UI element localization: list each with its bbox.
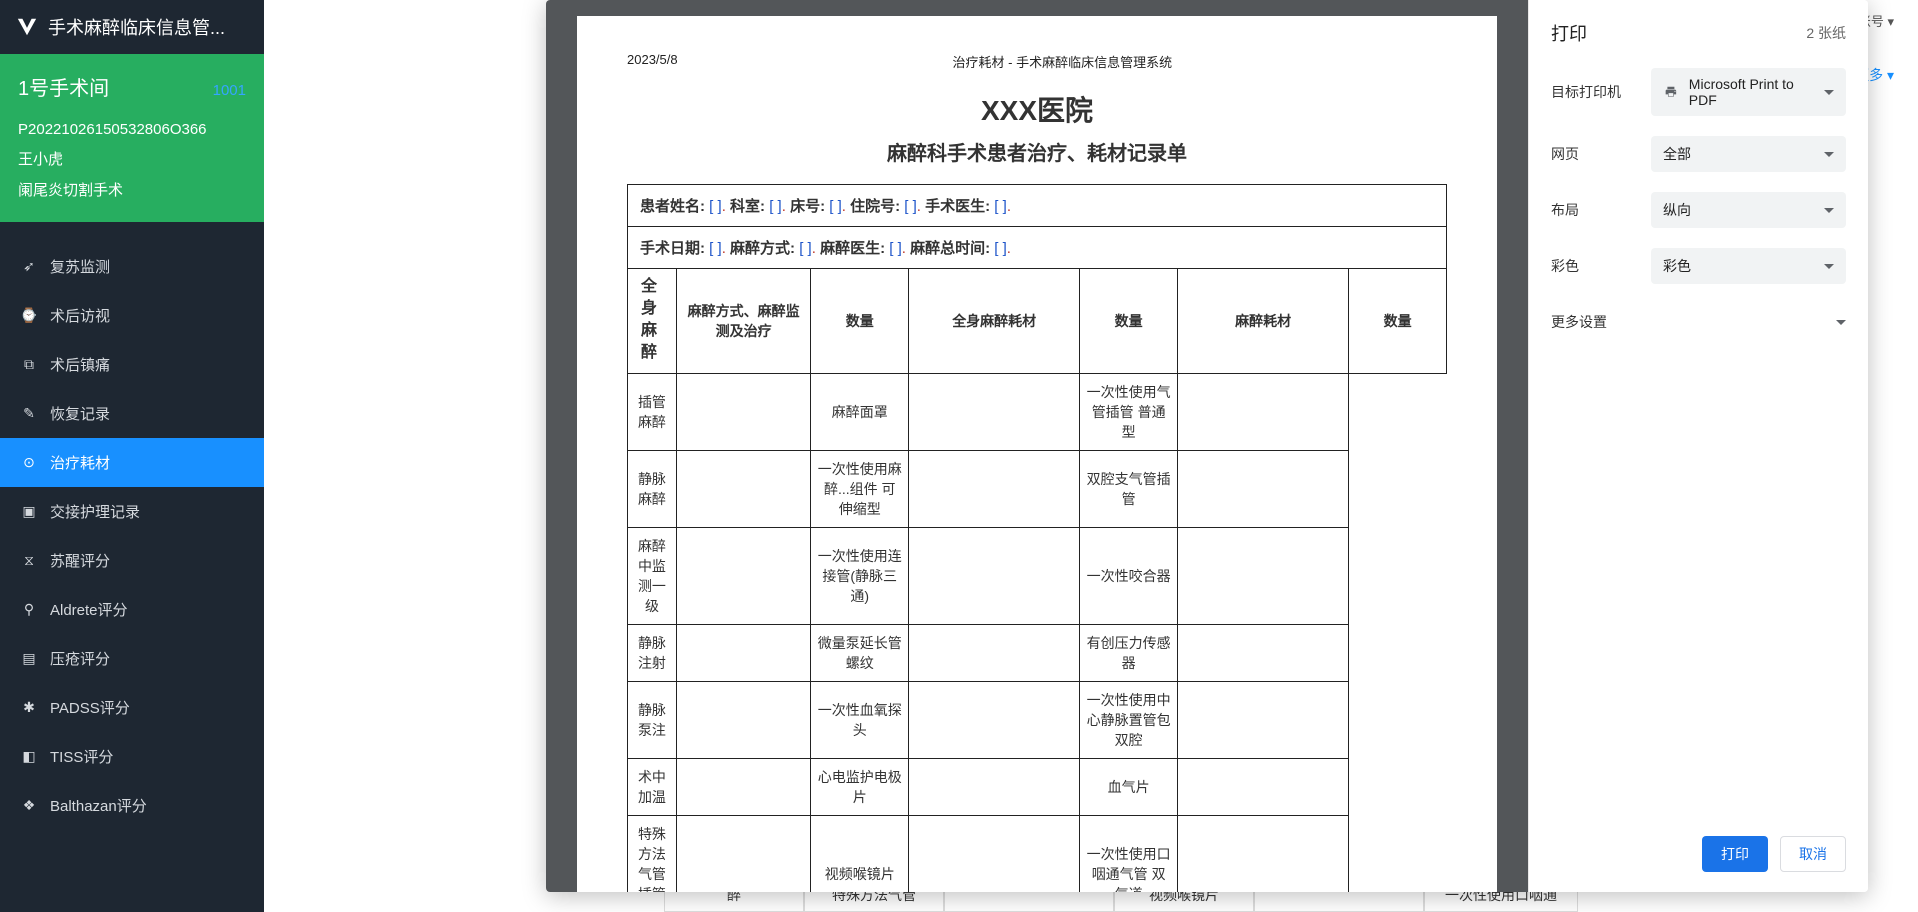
printer-select[interactable]: Microsoft Print to PDF bbox=[1651, 68, 1846, 116]
nav-label: 压疮评分 bbox=[50, 648, 110, 669]
nav-item-aldrete[interactable]: ⚲ Aldrete评分 bbox=[0, 585, 264, 634]
main-area: 系统演示账号 ▾ 更多 ▾ ✓ 出手术室 🕒 2022-10-29 15:37:… bbox=[264, 0, 1918, 912]
layout-select[interactable]: 纵向 bbox=[1651, 192, 1846, 228]
brand: 手术麻醉临床信息管... bbox=[0, 0, 264, 54]
nav-item-hfjl[interactable]: ✎ 恢复记录 bbox=[0, 389, 264, 438]
col-qty2: 数量 bbox=[1080, 269, 1178, 374]
surgery-name: 阑尾炎切割手术 bbox=[18, 179, 246, 200]
color-select[interactable]: 彩色 bbox=[1651, 248, 1846, 284]
group-label: 全身麻醉 bbox=[634, 277, 658, 365]
print-dialog: 2023/5/8 治疗耗材 - 手术麻醉临床信息管理系统 XXX医院 麻醉科手术… bbox=[546, 0, 1868, 892]
page-count: 2 张纸 bbox=[1806, 23, 1846, 43]
nav-label: 复苏监测 bbox=[50, 256, 110, 277]
col-method: 麻醉方式、麻醉监测及治疗 bbox=[676, 269, 810, 374]
patient-name: 王小虎 bbox=[18, 148, 246, 169]
main-table: 患者姓名: [ ]. 科室: [ ]. 床号: [ ]. 住院号: [ ]. 手… bbox=[627, 184, 1447, 892]
surgery-info-row: 手术日期: [ ]. 麻醉方式: [ ]. 麻醉医生: [ ]. 麻醉总时间: … bbox=[628, 227, 1447, 269]
nav-item-zlhc[interactable]: ⊙ 治疗耗材 bbox=[0, 438, 264, 487]
col-qty1: 数量 bbox=[811, 269, 909, 374]
nav-icon: ➶ bbox=[20, 258, 38, 275]
room-name: 1号手术间 bbox=[18, 72, 109, 101]
nav-item-tiss[interactable]: ◧ TISS评分 bbox=[0, 732, 264, 781]
table-row: 静脉注射微量泵延长管螺纹有创压力传感器 bbox=[628, 625, 1447, 682]
room-id: 1001 bbox=[213, 82, 246, 99]
nav-label: 术后访视 bbox=[50, 305, 110, 326]
nav-label: 治疗耗材 bbox=[50, 452, 110, 473]
col-qty3: 数量 bbox=[1349, 269, 1447, 374]
print-preview[interactable]: 2023/5/8 治疗耗材 - 手术麻醉临床信息管理系统 XXX医院 麻醉科手术… bbox=[546, 0, 1528, 892]
range-select[interactable]: 全部 bbox=[1651, 136, 1846, 172]
nav-item-shfs[interactable]: ⌚ 术后访视 bbox=[0, 291, 264, 340]
nav-item-shzt[interactable]: ⧉ 术后镇痛 bbox=[0, 340, 264, 389]
nav-label: Balthazan评分 bbox=[50, 795, 147, 816]
nav-menu: ➶ 复苏监测 ⌚ 术后访视 ⧉ 术后镇痛 ✎ 恢复记录 ⊙ 治疗耗材 ▣ 交接护理记录 ⧖ 苏醒评分 ⚲ Al… bbox=[0, 242, 264, 830]
nav-icon: ✱ bbox=[20, 699, 38, 716]
nav-icon: ⌚ bbox=[20, 307, 38, 324]
nav-item-ycpf[interactable]: ▤ 压疮评分 bbox=[0, 634, 264, 683]
nav-item-padss[interactable]: ✱ PADSS评分 bbox=[0, 683, 264, 732]
nav-item-jjhl[interactable]: ▣ 交接护理记录 bbox=[0, 487, 264, 536]
range-label: 网页 bbox=[1551, 144, 1631, 164]
nav-label: 术后镇痛 bbox=[50, 354, 110, 375]
table-row: 插管麻醉麻醉面罩一次性使用气管插管 普通型 bbox=[628, 374, 1447, 451]
hospital-title: XXX医院 bbox=[627, 89, 1447, 129]
doc-date: 2023/5/8 bbox=[627, 52, 678, 71]
nav-icon: ✎ bbox=[20, 405, 38, 422]
printer-icon bbox=[1663, 85, 1679, 99]
nav-icon: ▣ bbox=[20, 503, 38, 520]
chevron-down-icon bbox=[1824, 90, 1834, 95]
doc-header-title: 治疗耗材 - 手术麻醉临床信息管理系统 bbox=[953, 52, 1173, 71]
nav-icon: ❖ bbox=[20, 797, 38, 814]
more-settings-toggle[interactable]: 更多设置 bbox=[1551, 304, 1846, 340]
table-row: 术中加温心电监护电极片血气片 bbox=[628, 759, 1447, 816]
layout-label: 布局 bbox=[1551, 200, 1631, 220]
col-anes-material: 麻醉耗材 bbox=[1178, 269, 1349, 374]
chevron-down-icon bbox=[1824, 264, 1834, 269]
table-row: 麻醉中监测一级一次性使用连接管(静脉三通)一次性咬合器 bbox=[628, 528, 1447, 625]
patient-info-row: 患者姓名: [ ]. 科室: [ ]. 床号: [ ]. 住院号: [ ]. 手… bbox=[628, 185, 1447, 227]
chevron-down-icon bbox=[1824, 208, 1834, 213]
nav-label: TISS评分 bbox=[50, 746, 113, 767]
nav-label: 交接护理记录 bbox=[50, 501, 140, 522]
print-button[interactable]: 打印 bbox=[1702, 836, 1768, 872]
sidebar: 手术麻醉临床信息管... 1号手术间 1001 P202210261505328… bbox=[0, 0, 264, 912]
table-row: 特殊方法气管插管术视频喉镜片一次性使用口咽通气管 双气道 bbox=[628, 816, 1447, 893]
print-settings: 打印 2 张纸 目标打印机 Microsoft Print to PDF 网页 bbox=[1528, 0, 1868, 892]
nav-label: 恢复记录 bbox=[50, 403, 110, 424]
document-page: 2023/5/8 治疗耗材 - 手术麻醉临床信息管理系统 XXX医院 麻醉科手术… bbox=[577, 16, 1497, 892]
nav-icon: ⧖ bbox=[20, 552, 38, 569]
print-title: 打印 bbox=[1551, 20, 1587, 46]
nav-icon: ⊙ bbox=[20, 454, 38, 471]
table-row: 静脉泵注一次性血氧探头一次性使用中心静脉置管包 双腔 bbox=[628, 682, 1447, 759]
nav-label: PADSS评分 bbox=[50, 697, 130, 718]
nav-item-balth[interactable]: ❖ Balthazan评分 bbox=[0, 781, 264, 830]
nav-icon: ⧉ bbox=[20, 356, 38, 373]
nav-item-fusu[interactable]: ➶ 复苏监测 bbox=[0, 242, 264, 291]
brand-logo-icon bbox=[16, 16, 38, 38]
nav-icon: ▤ bbox=[20, 650, 38, 667]
chevron-down-icon bbox=[1836, 320, 1846, 325]
nav-icon: ⚲ bbox=[20, 601, 38, 618]
room-card: 1号手术间 1001 P20221026150532806O366 王小虎 阑尾… bbox=[0, 54, 264, 222]
color-label: 彩色 bbox=[1551, 256, 1631, 276]
nav-label: 苏醒评分 bbox=[50, 550, 110, 571]
printer-label: 目标打印机 bbox=[1551, 82, 1631, 102]
nav-item-sxpf[interactable]: ⧖ 苏醒评分 bbox=[0, 536, 264, 585]
patient-number: P20221026150532806O366 bbox=[18, 121, 246, 138]
nav-label: Aldrete评分 bbox=[50, 599, 128, 620]
chevron-down-icon bbox=[1824, 152, 1834, 157]
nav-icon: ◧ bbox=[20, 748, 38, 765]
brand-title: 手术麻醉临床信息管... bbox=[48, 14, 225, 40]
cancel-button[interactable]: 取消 bbox=[1780, 836, 1846, 872]
col-ga-material: 全身麻醉耗材 bbox=[909, 269, 1080, 374]
doc-subtitle: 麻醉科手术患者治疗、耗材记录单 bbox=[627, 137, 1447, 166]
table-row: 静脉麻醉一次性使用麻醉...组件 可伸缩型双腔支气管插管 bbox=[628, 451, 1447, 528]
